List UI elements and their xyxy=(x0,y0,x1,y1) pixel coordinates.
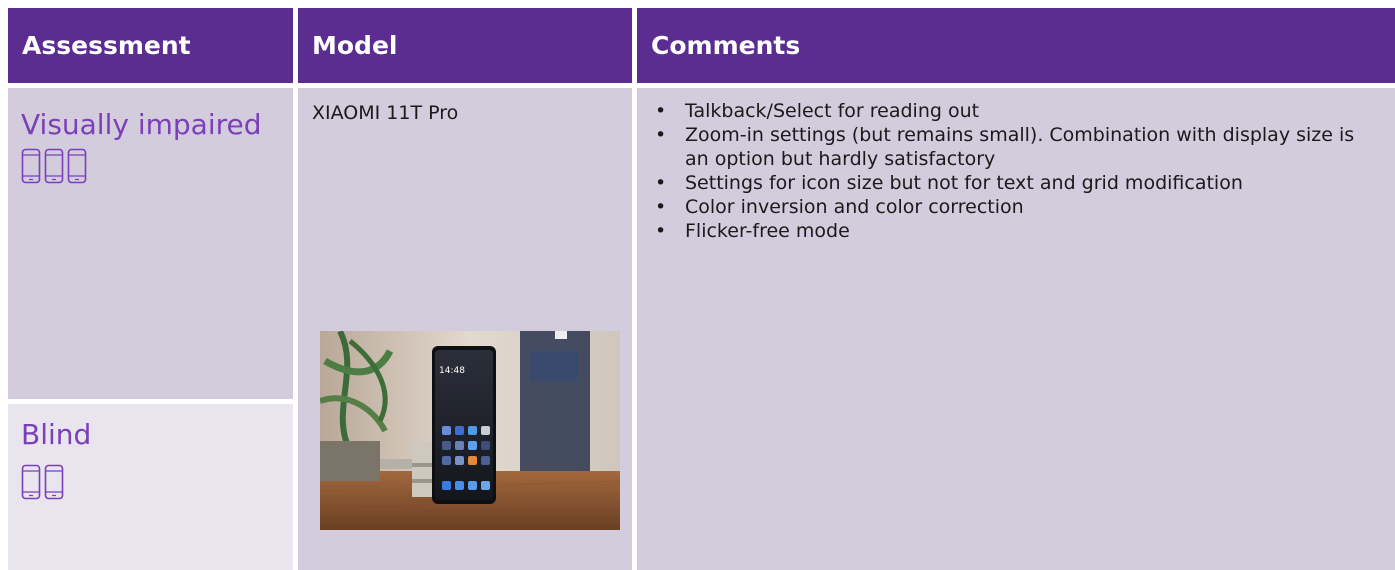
smartphone-icon xyxy=(21,464,41,500)
assessment-table: Assessment Model Comments Visually impai… xyxy=(8,8,1395,570)
photo-clock-text: 14:48 xyxy=(439,366,465,376)
header-model-label: Model xyxy=(312,31,398,60)
comment-item: Zoom-in settings (but remains small). Co… xyxy=(651,123,1381,171)
phone-photo: 14:48 xyxy=(320,331,620,530)
blind-phone-icons xyxy=(21,464,64,500)
comment-item: Talkback/Select for reading out xyxy=(651,99,1381,123)
model-name: XIAOMI 11T Pro xyxy=(312,102,459,124)
header-assessment-label: Assessment xyxy=(22,31,191,60)
smartphone-icon xyxy=(44,148,64,184)
model-cell: XIAOMI 11T Pro 14:48 xyxy=(298,88,632,570)
smartphone-icon xyxy=(44,464,64,500)
header-comments: Comments xyxy=(637,8,1395,83)
comments-list: Talkback/Select for reading out Zoom-in … xyxy=(651,99,1381,243)
comment-item: Color inversion and color correction xyxy=(651,195,1381,219)
visually-impaired-phone-icons xyxy=(21,148,87,184)
assessment-blind-cell: Blind xyxy=(8,404,293,570)
smartphone-icon xyxy=(67,148,87,184)
header-assessment: Assessment xyxy=(8,8,293,83)
smartphone-icon xyxy=(21,148,41,184)
header-comments-label: Comments xyxy=(651,31,801,60)
visually-impaired-label: Visually impaired xyxy=(21,108,262,141)
blind-label: Blind xyxy=(21,418,92,451)
comments-cell: Talkback/Select for reading out Zoom-in … xyxy=(637,88,1395,570)
header-model: Model xyxy=(298,8,632,83)
assessment-visually-impaired-cell: Visually impaired xyxy=(8,88,293,399)
comment-item: Settings for icon size but not for text … xyxy=(651,171,1381,195)
comment-item: Flicker-free mode xyxy=(651,219,1381,243)
